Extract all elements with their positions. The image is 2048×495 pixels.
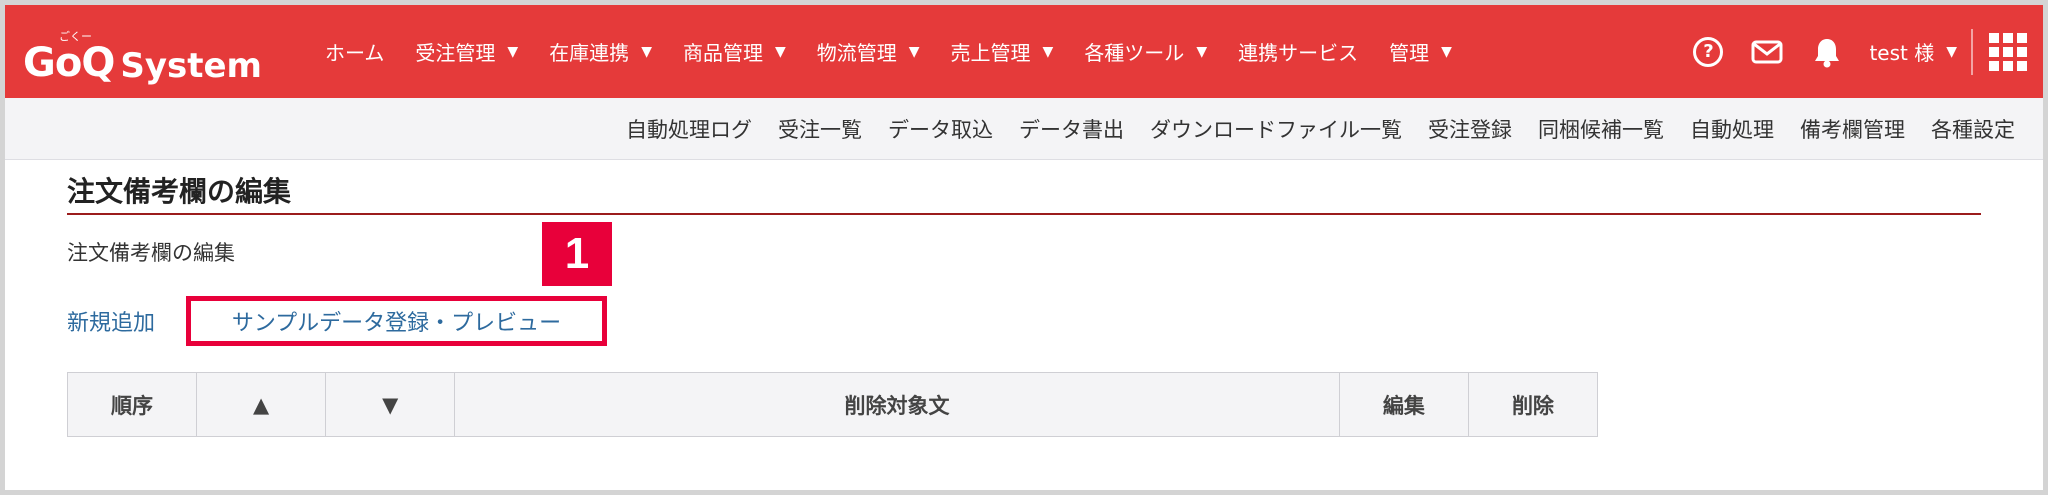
title-divider [67,213,1981,215]
callout-badge: 1 [542,222,612,286]
help-icon[interactable]: ? [1693,36,1724,67]
remarks-table: 順序 ▲ ▼ 削除対象文 編集 削除 [66,372,1599,437]
user-name: test 様 [1869,41,1935,65]
logo-system-text: System [120,46,262,86]
chevron-down-icon: ▼ [908,43,920,60]
nav-item-5[interactable]: 売上管理 ▼ [951,37,1054,66]
subnav-item-6[interactable]: 同梱候補一覧 [1538,114,1664,144]
subnav-item-8[interactable]: 備考欄管理 [1800,114,1905,144]
chevron-down-icon: ▼ [641,43,652,60]
nav-item-label: 受注管理 [415,41,496,65]
chevron-down-icon: ▼ [1042,43,1054,60]
main-nav: ホーム 受注管理 ▼ 在庫連携 ▼ 商品管理 ▼ 物流管理 ▼ 売上管理 ▼ 各種ツール ▼ 連携サービス… [325,5,1483,98]
page-title: 注文備考欄の編集 [67,175,292,208]
chevron-down-icon: ▼ [1441,43,1452,60]
col-up: ▲ [196,372,327,437]
nav-item-8[interactable]: 管理 ▼ [1389,37,1452,66]
chevron-down-icon: ▼ [1196,43,1208,60]
subnav-item-4[interactable]: ダウンロードファイル一覧 [1150,114,1402,144]
nav-item-1[interactable]: 受注管理 ▼ [415,37,518,66]
nav-item-6[interactable]: 各種ツール ▼ [1084,37,1207,66]
top-navbar: ごくー GoQ System ホーム 受注管理 ▼ 在庫連携 ▼ 商品管理 ▼ 物流管理 ▼ 売上… [5,5,2043,98]
goq-system-logo[interactable]: ごくー GoQ System [23,23,262,83]
nav-item-label: 在庫連携 [549,41,630,65]
col-delete-target: 削除対象文 [454,372,1340,437]
nav-item-4[interactable]: 物流管理 ▼ [817,37,920,66]
nav-item-label: 連携サービス [1238,41,1359,65]
col-down: ▼ [325,372,456,437]
nav-item-label: 各種ツール [1084,41,1185,65]
logo-goq-text: ごくー GoQ [23,31,115,86]
subnav-item-3[interactable]: データ書出 [1019,114,1124,144]
nav-item-label: ホーム [325,41,385,65]
subnav-item-9[interactable]: 各種設定 [1931,114,2015,144]
bell-icon[interactable] [1813,36,1841,68]
nav-item-3[interactable]: 商品管理 ▼ [683,37,786,66]
subnav-item-2[interactable]: データ取込 [888,114,993,144]
nav-item-label: 物流管理 [816,41,897,65]
table-header-row: 順序 ▲ ▼ 削除対象文 編集 削除 [66,372,1599,437]
chevron-down-icon: ▼ [1946,43,1957,60]
nav-item-0[interactable]: ホーム [325,37,384,66]
logo-ruby-text: ごくー [59,30,92,43]
header-actions: ? test 様 ▼ [1693,5,2043,98]
col-delete: 削除 [1467,372,1599,437]
col-order: 順序 [66,372,198,437]
logo-main-text: GoQ [23,40,115,86]
nav-item-label: 商品管理 [682,41,763,65]
sub-nav: 自動処理ログ 受注一覧 データ取込 データ書出 ダウンロードファイル一覧 受注登録 同梱候補… [5,98,2043,160]
subnav-item-0[interactable]: 自動処理ログ [626,114,752,144]
subnav-item-1[interactable]: 受注一覧 [778,114,862,144]
user-menu[interactable]: test 様 ▼ [1869,37,1957,66]
new-add-link[interactable]: 新規追加 [67,305,155,337]
nav-item-label: 管理 [1389,41,1430,65]
apps-grid-icon[interactable] [1989,32,2027,71]
nav-item-2[interactable]: 在庫連携 ▼ [549,37,652,66]
col-edit: 編集 [1338,372,1469,437]
header-divider [1971,28,1973,75]
mail-icon[interactable] [1751,40,1783,64]
subnav-item-5[interactable]: 受注登録 [1428,114,1512,144]
nav-item-7[interactable]: 連携サービス [1238,37,1358,66]
sample-data-preview-link[interactable]: サンプルデータ登録・プレビュー [186,296,607,346]
chevron-down-icon: ▼ [507,43,519,60]
nav-item-label: 売上管理 [950,41,1031,65]
subnav-item-7[interactable]: 自動処理 [1690,114,1774,144]
chevron-down-icon: ▼ [774,43,786,60]
page-description: 注文備考欄の編集 [67,241,235,265]
